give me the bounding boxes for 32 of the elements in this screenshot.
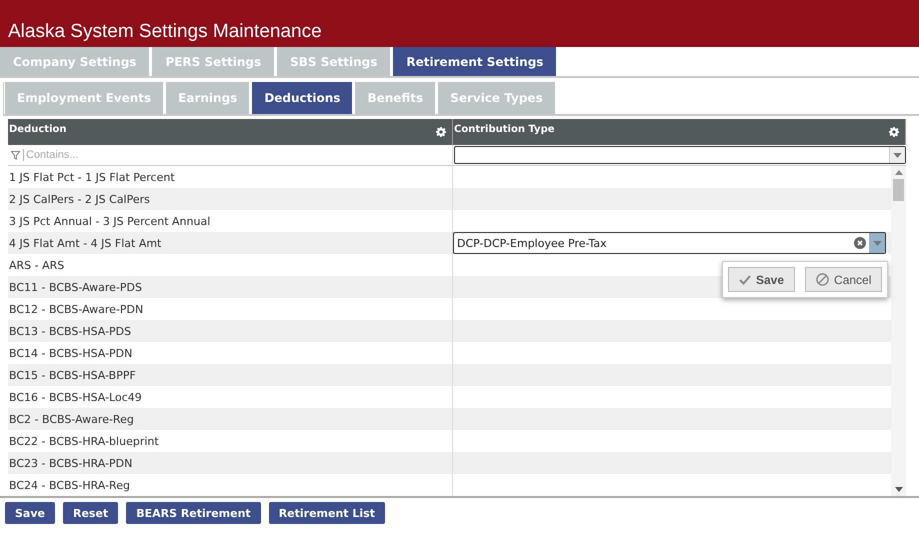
caret-icon	[872, 240, 882, 246]
action-button[interactable]: Save	[5, 502, 55, 524]
action-button[interactable]: BEARS Retirement	[126, 502, 261, 524]
table-cell: BC15 - BCBS-HSA-BPPF	[8, 364, 453, 386]
scrollbar[interactable]	[891, 166, 906, 496]
settings-icon[interactable]	[436, 127, 446, 137]
filter-dropdown[interactable]	[454, 146, 906, 164]
window-title: Alaska System Settings Maintenance	[7, 21, 322, 44]
scroll-up-icon[interactable]	[894, 170, 902, 175]
tab[interactable]: Retirement Settings	[393, 47, 556, 76]
table-cell: 2 JS CalPers - 2 JS CalPers	[8, 188, 453, 210]
cancel-icon	[816, 273, 830, 286]
settings-icon[interactable]	[889, 127, 899, 137]
scroll-down-icon[interactable]	[894, 487, 902, 492]
contribution-dropdown[interactable]: DCP-DCP-Employee Pre-Tax	[453, 232, 886, 254]
action-button[interactable]: Reset	[62, 502, 118, 524]
table-cell: BC24 - BCBS-HRA-Reg	[8, 474, 453, 496]
checkmark-icon	[739, 274, 751, 284]
column-title: Contribution Type	[454, 123, 555, 135]
table-cell: BC13 - BCBS-HSA-PDS	[8, 320, 453, 342]
action-button[interactable]: Retirement List	[268, 502, 385, 524]
tab[interactable]: Deductions	[252, 82, 352, 114]
cancel-button[interactable]: Cancel	[805, 267, 882, 292]
scrollbar-thumb[interactable]	[893, 179, 904, 201]
table-cell: BC23 - BCBS-HRA-PDN	[8, 452, 453, 474]
column-title: Deduction	[9, 123, 66, 135]
table-cell: BC11 - BCBS-Aware-PDS	[8, 276, 453, 298]
save-button[interactable]: Save	[728, 267, 796, 292]
filter-icon	[11, 150, 20, 160]
table-cell: BC2 - BCBS-Aware-Reg	[8, 408, 453, 430]
clear-icon[interactable]	[854, 237, 866, 249]
caret-icon	[893, 152, 902, 158]
